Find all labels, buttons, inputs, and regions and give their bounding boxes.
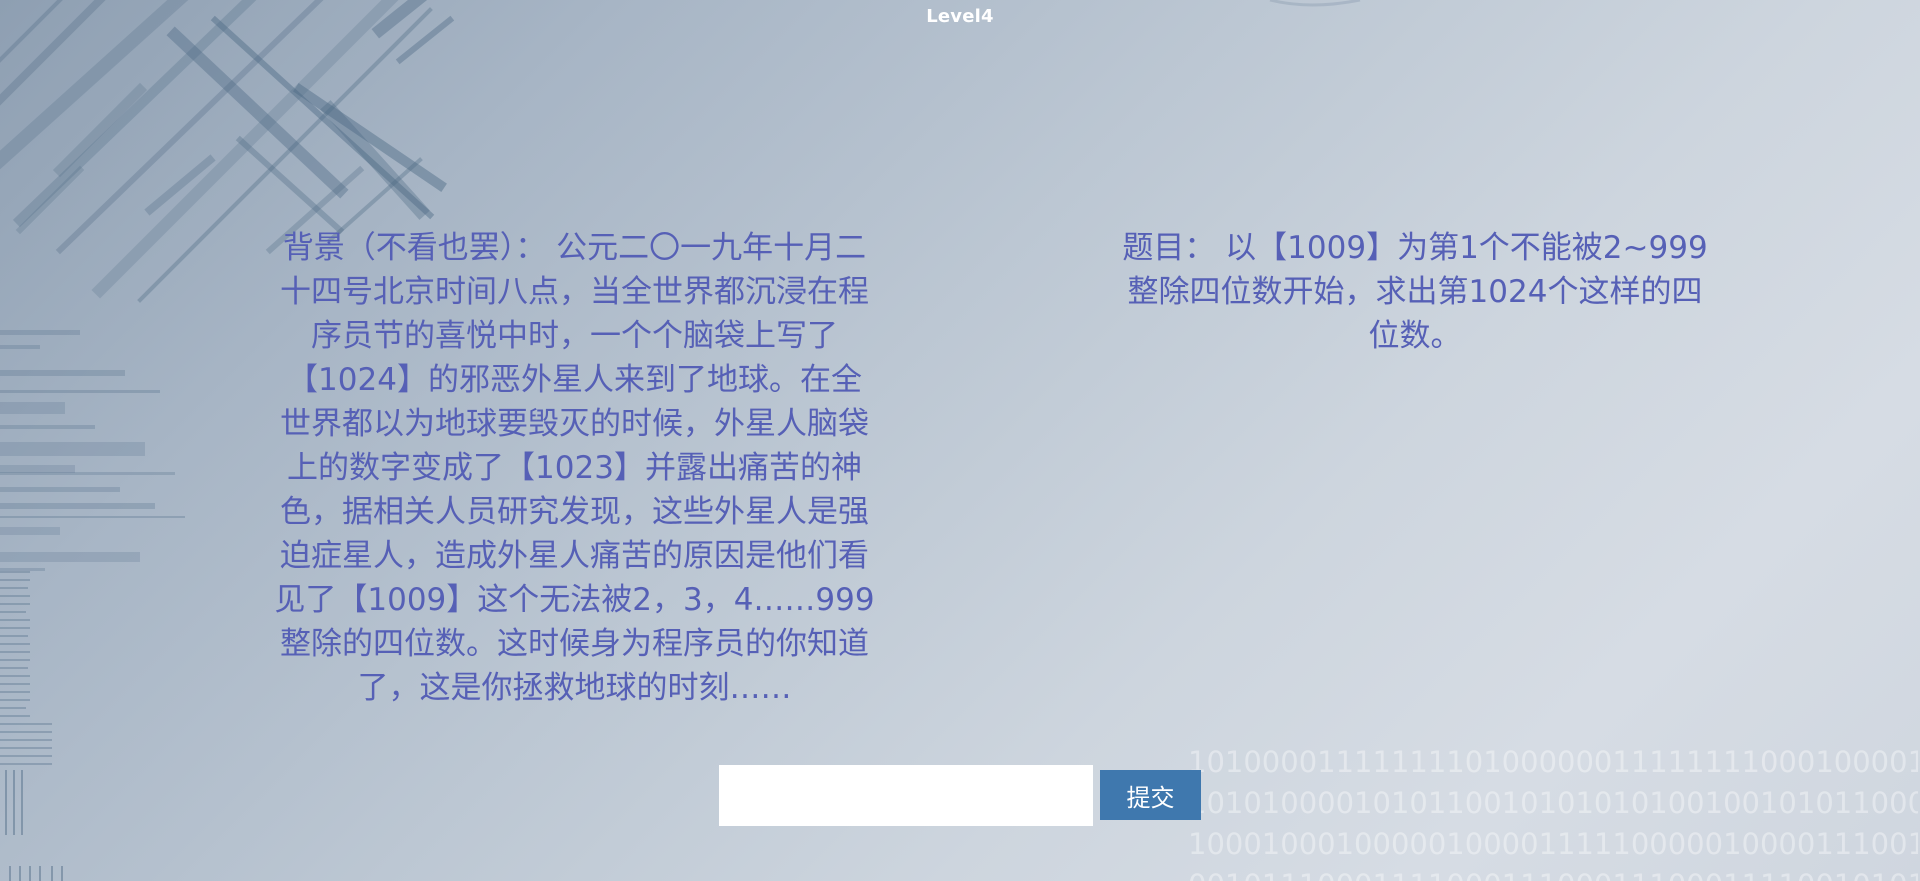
story-text: 背景（不看也罢）： 公元二〇一九年十月二十四号北京时间八点，当全世界都沉浸在程序… (274, 230, 875, 706)
binary-line: 1000100010000010000111110000010000111001 (1188, 827, 1918, 861)
answer-input[interactable] (719, 765, 1093, 826)
binary-line: 1010100001010110010101010100100101011000 (1188, 786, 1918, 820)
binary-line: 1010000111111110100000011111111000100001 (1188, 745, 1918, 779)
page-title: Level4 (926, 6, 994, 27)
question-text: 题目： 以【1009】为第1个不能被2~999整除四位数开始，求出第1024个这… (1122, 230, 1708, 354)
binary-decoration: 1010000111111110100000011111111000100001… (1188, 742, 1918, 881)
binary-line: 0010111000111100011100011100011110010101 (1188, 865, 1918, 881)
submit-button[interactable]: 提交 (1100, 770, 1201, 820)
